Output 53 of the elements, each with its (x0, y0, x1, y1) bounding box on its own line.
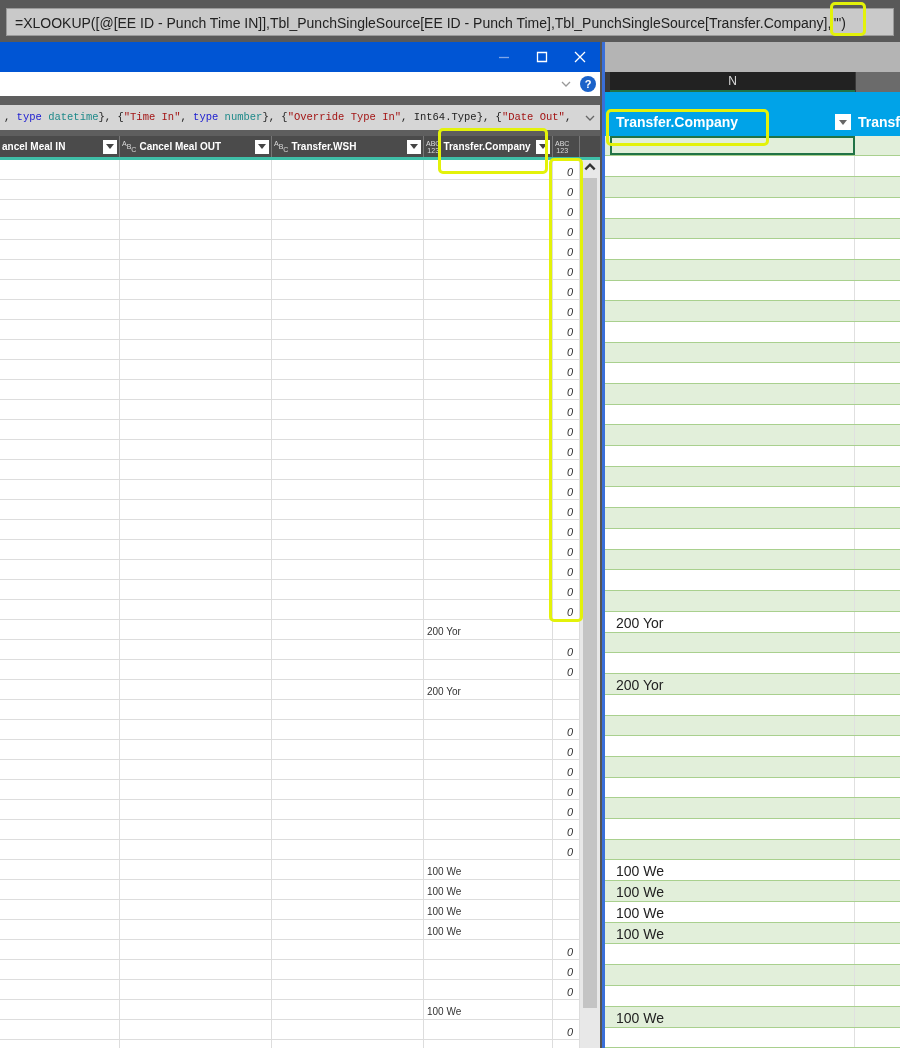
table-cell: 0 (553, 340, 580, 359)
maximize-icon[interactable] (536, 51, 548, 63)
formula-text: , type datetime}, {"Time In", type number}, {"Override Type In", Int64.Type}, {"Date Out", (4, 109, 572, 125)
table-cell: 0 (553, 300, 580, 319)
table-cell[interactable] (610, 135, 855, 156)
table-cell: 0 (553, 600, 580, 619)
table-cell: 0 (553, 440, 580, 459)
column-label: Cancel Meal OUT (139, 140, 222, 154)
table-cell: 200 Yor (424, 620, 553, 639)
table-cell: 0 (553, 420, 580, 439)
table-cell: 0 (553, 360, 580, 379)
table-cell[interactable]: 200 Yor (610, 611, 855, 632)
table-cell[interactable]: 100 We (610, 860, 855, 881)
table-cell: 100 We (424, 920, 553, 939)
close-icon[interactable] (574, 51, 586, 63)
table-cell: 100 We (424, 1000, 553, 1019)
table-cell: 0 (553, 200, 580, 219)
table-cell: 0 (553, 160, 580, 179)
column-letter[interactable] (856, 71, 900, 92)
column-header[interactable]: ancel Meal IN (0, 136, 120, 157)
table-cell: 0 (553, 280, 580, 299)
table-cell: 0 (553, 540, 580, 559)
table-header: Transf (857, 112, 900, 132)
table-cell: 0 (553, 460, 580, 479)
table-cell: 100 We (424, 880, 553, 899)
table-cell: 0 (553, 180, 580, 199)
table-cell: 100 We (424, 900, 553, 919)
table-header: Transfer.Company (616, 112, 739, 132)
table-cell: 200 Yor (424, 680, 553, 699)
table-cell: 0 (553, 560, 580, 579)
filter-dropdown-icon[interactable] (255, 139, 269, 154)
table-cell: 0 (553, 220, 580, 239)
table-cell: 0 (553, 380, 580, 399)
table-cell: 0 (553, 400, 580, 419)
table-cell: 0 (553, 520, 580, 539)
filter-dropdown-icon[interactable] (407, 139, 421, 154)
table-cell: 0 (553, 240, 580, 259)
column-label: ancel Meal IN (2, 140, 66, 154)
scrollbar[interactable] (580, 160, 600, 1048)
help-button[interactable]: ? (580, 76, 596, 92)
table-cell: 0 (553, 500, 580, 519)
column-label: Transfer.Company (443, 140, 531, 154)
table-cell[interactable]: 100 We (610, 902, 855, 923)
table-cell: 0 (553, 260, 580, 279)
formula-field[interactable]: , type datetime}, {"Time In", type number}, {"Override Type In", Int64.Type}, {"Date Out", (0, 105, 600, 130)
table-cell: 100 We (424, 860, 553, 879)
table-cell: 0 (553, 320, 580, 339)
filter-dropdown-icon[interactable] (835, 114, 851, 131)
table-cell: 0 (553, 480, 580, 499)
filter-dropdown-icon[interactable] (103, 139, 117, 154)
table-cell: 0 (553, 580, 580, 599)
column-letter[interactable]: N (610, 71, 855, 92)
column-label: Transfer.WSH (291, 140, 357, 154)
